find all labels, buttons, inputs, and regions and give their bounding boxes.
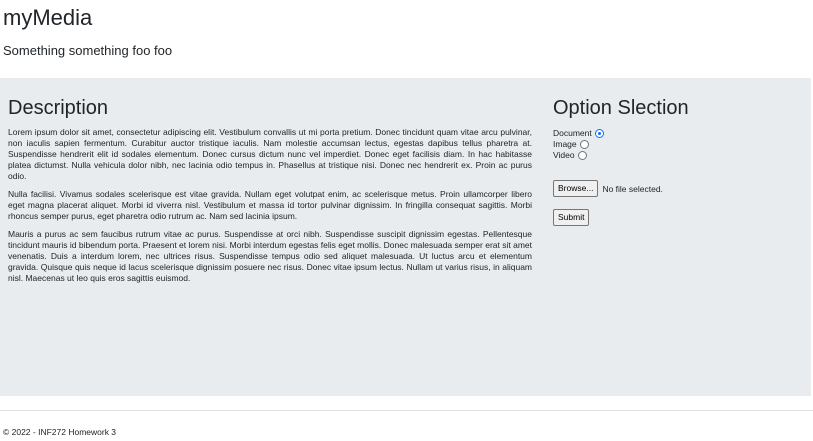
radio-option-video[interactable]: Video — [553, 150, 803, 161]
description-heading: Description — [8, 97, 109, 119]
radio-option-image[interactable]: Image — [553, 139, 803, 150]
browse-button[interactable]: Browse... — [553, 180, 599, 197]
file-status-text: No file selected. — [602, 183, 663, 194]
description-paragraph: Nulla facilisi. Vivamus sodales sceleris… — [8, 189, 532, 221]
radio-option-document[interactable]: Document — [553, 128, 803, 139]
content-panel: Description Lorem ipsum dolor sit amet, … — [0, 78, 811, 396]
radio-label: Image — [553, 139, 577, 149]
radio-button-image[interactable] — [579, 140, 589, 149]
file-input[interactable]: Browse... No file selected. — [553, 180, 803, 197]
footer-text: © 2022 - INF272 Homework 3 — [3, 427, 117, 437]
description-paragraph: Lorem ipsum dolor sit amet, consectetur … — [8, 127, 532, 181]
option-selection-form: Option Slection Document Image Video Bro… — [553, 96, 803, 226]
radio-button-video[interactable] — [577, 151, 587, 160]
radio-label: Video — [553, 150, 575, 160]
option-heading: Option Slection — [553, 97, 689, 119]
radio-button-document[interactable] — [594, 129, 604, 138]
submit-button[interactable]: Submit — [553, 209, 590, 226]
site-tagline: Something something foo foo — [3, 43, 173, 58]
footer-divider — [0, 410, 813, 411]
description-paragraph: Mauris a purus ac sem faucibus rutrum vi… — [8, 229, 532, 283]
site-title: myMedia — [3, 5, 93, 30]
description-body: Lorem ipsum dolor sit amet, consectetur … — [8, 127, 532, 291]
radio-label: Document — [553, 128, 592, 138]
